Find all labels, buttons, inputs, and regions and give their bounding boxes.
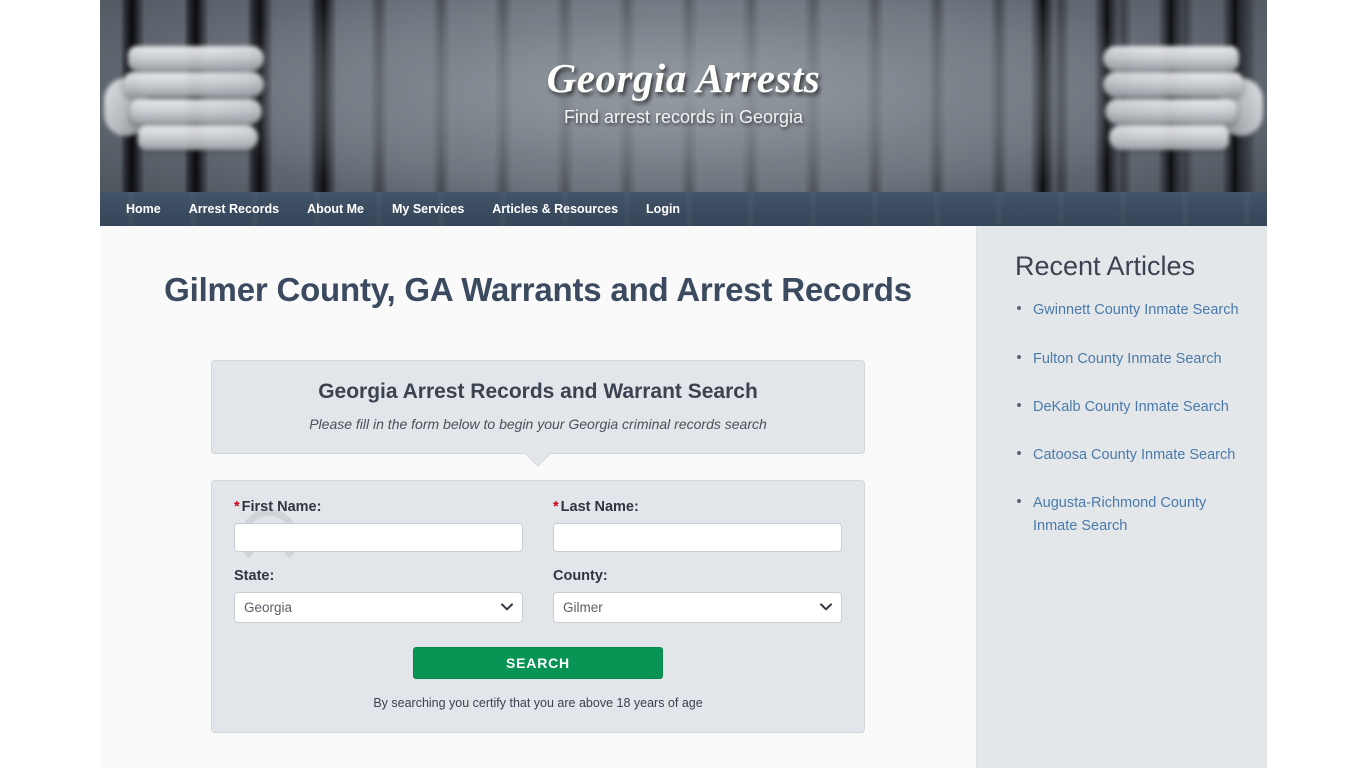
arrest-search-form: * First Name: * Last Name: State: Georgi… bbox=[211, 479, 865, 733]
age-disclaimer-text: By searching you certify that you are ab… bbox=[373, 695, 703, 710]
main-navigation: Home Arrest Records About Me My Services… bbox=[100, 192, 1267, 226]
list-item: Catoosa County Inmate Search bbox=[1015, 443, 1249, 466]
first-name-input[interactable] bbox=[234, 522, 523, 552]
first-name-label: * First Name: bbox=[234, 499, 523, 515]
site-header-banner: Georgia Arrests Find arrest records in G… bbox=[100, 0, 1267, 192]
last-name-field-group: * Last Name: bbox=[553, 499, 842, 552]
sidebar: Recent Articles Gwinnett County Inmate S… bbox=[977, 226, 1267, 768]
first-name-label-text: First Name: bbox=[241, 498, 322, 515]
banner-text-block: Georgia Arrests Find arrest records in G… bbox=[100, 0, 1267, 192]
first-name-field-group: * First Name: bbox=[234, 499, 523, 552]
sidebar-title: Recent Articles bbox=[1015, 251, 1196, 281]
site-tagline: Find arrest records in Georgia bbox=[563, 107, 804, 128]
main-content-column: Gilmer County, GA Warrants and Arrest Re… bbox=[100, 226, 977, 768]
required-asterisk: * bbox=[234, 498, 240, 515]
sidebar-article-link-fulton[interactable]: Fulton County Inmate Search bbox=[1033, 351, 1222, 367]
nav-item-articles-resources[interactable]: Articles & Resources bbox=[478, 193, 632, 225]
nav-item-home[interactable]: Home bbox=[112, 193, 175, 225]
last-name-label-text: Last Name: bbox=[560, 498, 639, 515]
list-item: Fulton County Inmate Search bbox=[1015, 347, 1249, 370]
required-asterisk: * bbox=[553, 498, 559, 515]
last-name-label: * Last Name: bbox=[553, 499, 842, 515]
sidebar-article-link-dekalb[interactable]: DeKalb County Inmate Search bbox=[1033, 399, 1229, 415]
county-select-wrapper: Gilmer bbox=[553, 591, 842, 623]
recent-articles-list: Gwinnett County Inmate Search Fulton Cou… bbox=[1015, 298, 1249, 537]
nav-item-about-me[interactable]: About Me bbox=[293, 193, 378, 225]
county-field-group: County: Gilmer bbox=[553, 568, 842, 623]
nav-item-login[interactable]: Login bbox=[632, 193, 694, 225]
county-label: County: bbox=[553, 567, 608, 584]
sidebar-article-link-augusta-richmond[interactable]: Augusta-Richmond County Inmate Search bbox=[1033, 495, 1206, 534]
nav-item-arrest-records[interactable]: Arrest Records bbox=[175, 193, 293, 225]
form-fields-grid: * First Name: * Last Name: State: Georgi… bbox=[234, 499, 842, 639]
page-title: Gilmer County, GA Warrants and Arrest Re… bbox=[164, 271, 912, 308]
list-item: Augusta-Richmond County Inmate Search bbox=[1015, 491, 1249, 537]
page-root: Georgia Arrests Find arrest records in G… bbox=[0, 0, 1366, 768]
state-select-wrapper: Georgia bbox=[234, 591, 523, 623]
list-item: Gwinnett County Inmate Search bbox=[1015, 298, 1249, 321]
state-field-group: State: Georgia bbox=[234, 568, 523, 623]
nav-item-my-services[interactable]: My Services bbox=[378, 193, 478, 225]
site-container: Georgia Arrests Find arrest records in G… bbox=[100, 0, 1267, 768]
submit-row: SEARCH bbox=[234, 646, 842, 679]
site-title: Georgia Arrests bbox=[546, 54, 821, 101]
sidebar-article-link-gwinnett[interactable]: Gwinnett County Inmate Search bbox=[1033, 302, 1239, 318]
county-select[interactable]: Gilmer bbox=[553, 591, 842, 623]
state-select[interactable]: Georgia bbox=[234, 591, 523, 623]
search-callout-wrapper: Georgia Arrest Records and Warrant Searc… bbox=[211, 359, 865, 466]
callout-pointer-triangle bbox=[525, 452, 551, 466]
sidebar-article-link-catoosa[interactable]: Catoosa County Inmate Search bbox=[1033, 447, 1235, 463]
last-name-input[interactable] bbox=[553, 522, 842, 552]
search-callout-heading: Georgia Arrest Records and Warrant Searc… bbox=[318, 379, 758, 403]
content-row: Gilmer County, GA Warrants and Arrest Re… bbox=[100, 226, 1267, 768]
search-button[interactable]: SEARCH bbox=[413, 646, 663, 679]
search-callout-subtext: Please fill in the form below to begin y… bbox=[309, 415, 767, 432]
search-callout: Georgia Arrest Records and Warrant Searc… bbox=[211, 359, 865, 454]
state-label: State: bbox=[234, 567, 275, 584]
list-item: DeKalb County Inmate Search bbox=[1015, 395, 1249, 418]
